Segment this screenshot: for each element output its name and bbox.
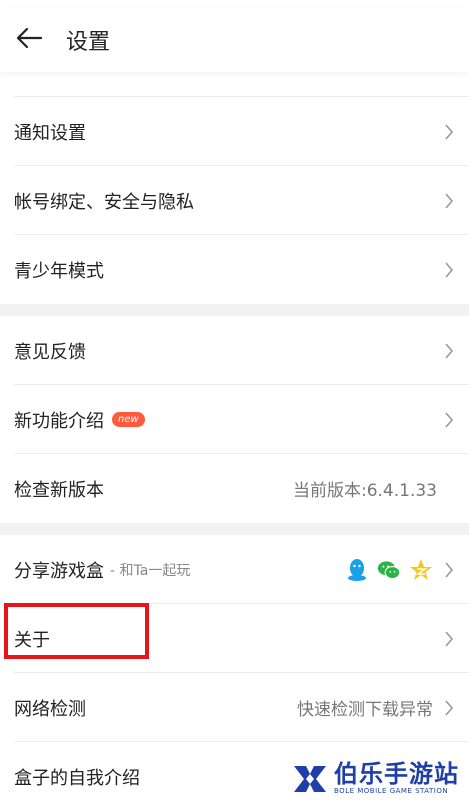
- settings-item-network-check[interactable]: 网络检测 快速检测下载异常: [0, 673, 469, 742]
- chevron-right-icon: [443, 699, 455, 717]
- settings-item-label: 分享游戏盒: [14, 560, 104, 582]
- settings-item-check-update[interactable]: 检查新版本 当前版本:6.4.1.33: [0, 454, 469, 523]
- new-badge: new: [112, 412, 145, 427]
- settings-item-label: 通知设置: [14, 122, 86, 144]
- qzone-star-icon[interactable]: [409, 558, 433, 582]
- settings-item-label: 盒子的自我介绍: [14, 767, 140, 789]
- settings-item-label: 关于: [14, 629, 50, 651]
- settings-item-label: 青少年模式: [14, 260, 104, 282]
- settings-item-notifications[interactable]: 通知设置: [0, 97, 469, 166]
- watermark-subtitle: BOLE MOBILE GAME STATION: [334, 787, 449, 795]
- section-separator: [0, 523, 469, 535]
- settings-item-new-features[interactable]: 新功能介绍 new: [0, 385, 469, 454]
- status-bar: [0, 0, 469, 8]
- wechat-icon[interactable]: [377, 558, 401, 582]
- watermark-logo: 伯乐手游站 BOLE MOBILE GAME STATION: [292, 761, 459, 796]
- settings-item-share[interactable]: 分享游戏盒 - 和Ta一起玩: [0, 535, 469, 604]
- settings-item-label: 帐号绑定、安全与隐私: [14, 191, 194, 213]
- settings-item-feedback[interactable]: 意见反馈: [0, 316, 469, 385]
- qq-icon[interactable]: [345, 558, 369, 582]
- chevron-right-icon: [443, 123, 455, 141]
- settings-item-youth-mode[interactable]: 青少年模式: [0, 235, 469, 304]
- current-version-value: 当前版本:6.4.1.33: [292, 481, 437, 501]
- chevron-right-icon: [443, 261, 455, 279]
- chevron-right-icon: [443, 342, 455, 360]
- chevron-right-icon: [443, 561, 455, 579]
- settings-item-label: 新功能介绍: [14, 410, 104, 432]
- chevron-right-icon: [443, 192, 455, 210]
- top-app-bar: 设置: [0, 8, 469, 72]
- settings-item-account-security[interactable]: 帐号绑定、安全与隐私: [0, 166, 469, 235]
- page-title: 设置: [66, 30, 111, 55]
- network-check-value: 快速检测下载异常: [297, 700, 433, 720]
- share-subtitle: - 和Ta一起玩: [110, 562, 191, 579]
- settings-item-label: 网络检测: [14, 698, 86, 720]
- watermark-name: 伯乐手游站: [334, 760, 459, 788]
- back-button[interactable]: [0, 8, 58, 72]
- watermark-mark-icon: [294, 765, 326, 792]
- settings-list: 通知设置 帐号绑定、安全与隐私 青少年模式 意见反馈 新功能介绍 new 检查新…: [0, 96, 469, 800]
- section-separator: [0, 304, 469, 316]
- settings-item-about[interactable]: 关于: [0, 604, 469, 673]
- settings-item-label: 意见反馈: [14, 341, 86, 363]
- arrow-left-icon: [15, 27, 43, 53]
- chevron-right-icon: [443, 630, 455, 648]
- share-icons: [337, 558, 433, 582]
- settings-item-label: 检查新版本: [14, 479, 104, 501]
- chevron-right-icon: [443, 411, 455, 429]
